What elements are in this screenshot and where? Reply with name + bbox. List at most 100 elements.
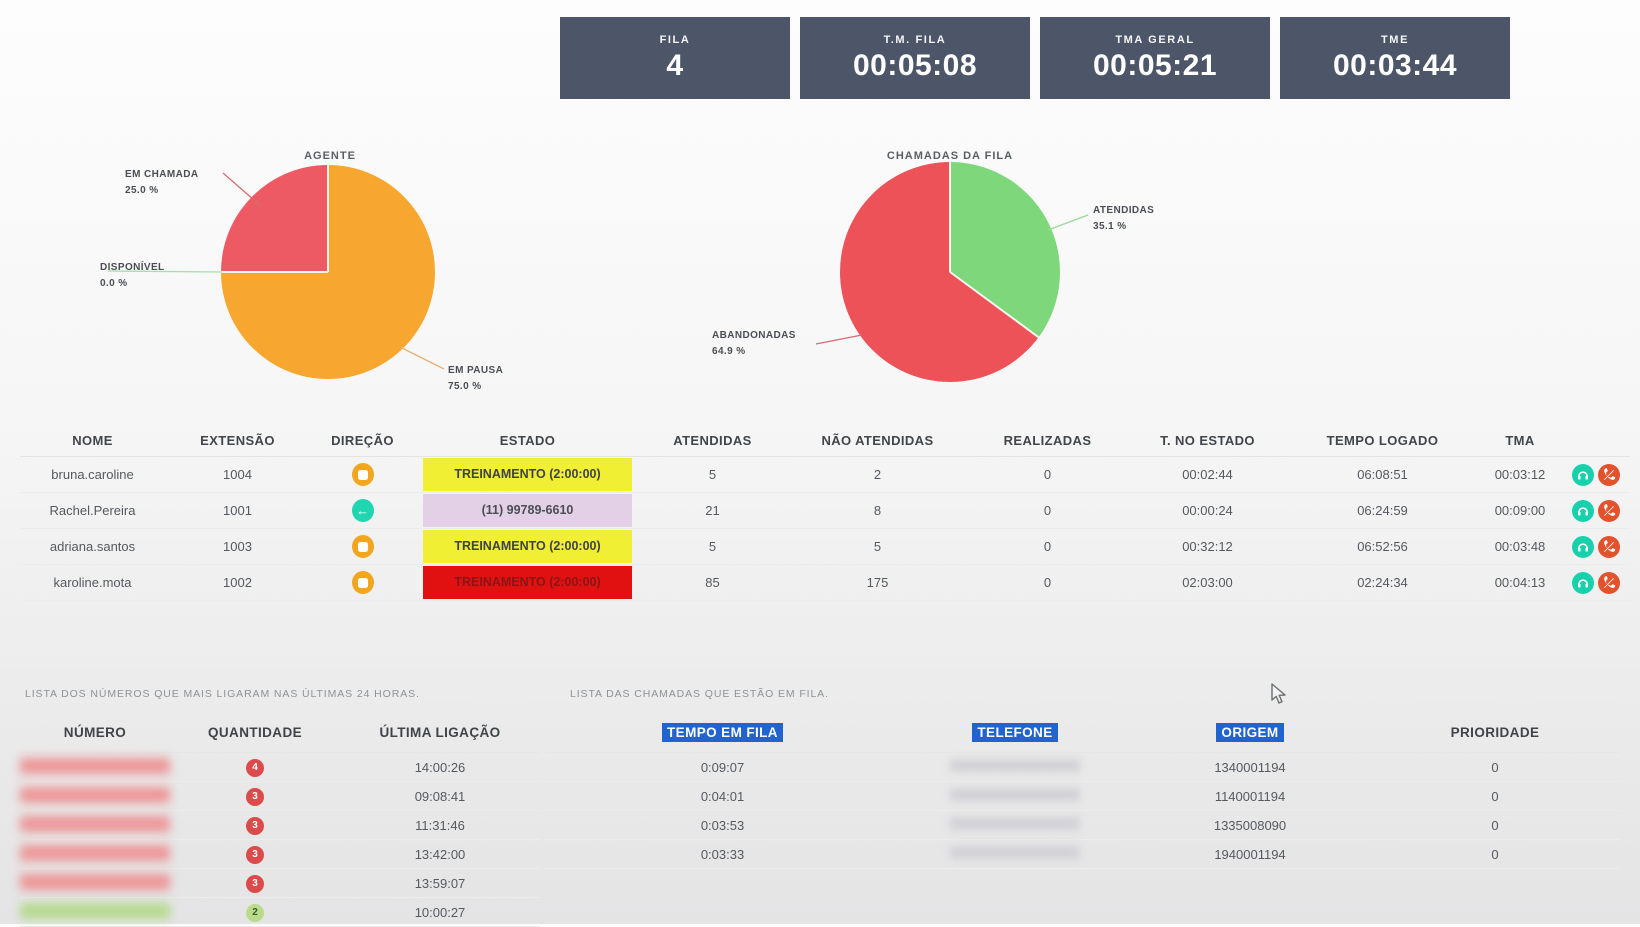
agent-table-header: NOMEEXTENSÃODIREÇÃOESTADOATENDIDASNÃO AT… xyxy=(20,424,1630,457)
agent-name: adriana.santos xyxy=(20,539,165,554)
kpi-box-fila: FILA 4 xyxy=(560,17,790,99)
listen-call-button[interactable] xyxy=(1572,464,1594,486)
logged-time: 06:52:56 xyxy=(1290,539,1475,554)
kpi-value: 4 xyxy=(560,49,790,83)
pause-direction-icon xyxy=(352,535,374,558)
last-call-time: 10:00:27 xyxy=(340,905,540,920)
redacted-number xyxy=(20,845,170,861)
quantity-cell: 3 xyxy=(170,816,340,835)
origin-number: 1140001194 xyxy=(1130,789,1370,804)
queue-pie-title: CHAMADAS DA FILA xyxy=(850,150,1050,162)
telefone-cell xyxy=(900,788,1130,804)
hangup-call-button[interactable] xyxy=(1598,536,1620,558)
pie-divider xyxy=(221,271,328,273)
pause-direction-icon xyxy=(352,463,374,486)
kpi-box-t-m-fila: T.M. FILA00:05:08 xyxy=(800,17,1030,99)
answered-count: 85 xyxy=(640,575,785,590)
agent-row: adriana.santos1003 TREINAMENTO (2:00:00) 5… xyxy=(20,529,1630,565)
quantity-badge: 3 xyxy=(246,817,264,835)
direction-cell: ← xyxy=(310,499,415,522)
listen-call-button[interactable] xyxy=(1572,536,1594,558)
queue-row: 0:03:3319400011940 xyxy=(545,840,1620,869)
kpi-label: FILA xyxy=(560,34,790,46)
priority-value: 0 xyxy=(1370,818,1620,833)
telefone-cell xyxy=(900,846,1130,862)
agent-extension: 1004 xyxy=(165,467,310,482)
estado-cell: (11) 99789-6610 xyxy=(415,494,640,527)
priority-value: 0 xyxy=(1370,760,1620,775)
time-in-state: 00:02:44 xyxy=(1125,467,1290,482)
last-call-time: 11:31:46 xyxy=(340,818,540,833)
column-header: QUANTIDADE xyxy=(170,725,340,740)
row-actions xyxy=(1565,500,1630,522)
agent-row: bruna.caroline1004TREINAMENTO (2:00:00)5… xyxy=(20,457,1630,493)
direction-cell xyxy=(310,571,415,594)
time-in-queue: 0:04:01 xyxy=(545,789,900,804)
logged-time: 06:08:51 xyxy=(1290,467,1475,482)
column-header: REALIZADAS xyxy=(970,433,1125,448)
logged-time: 02:24:34 xyxy=(1290,575,1475,590)
answered-count: 5 xyxy=(640,467,785,482)
answered-count: 21 xyxy=(640,503,785,518)
highlighted-column-header: TEMPO EM FILA xyxy=(662,723,783,742)
pie-divider xyxy=(327,165,329,272)
column-header: NÚMERO xyxy=(20,725,170,740)
tma-value: 00:04:13 xyxy=(1475,575,1565,590)
direction-cell xyxy=(310,535,415,558)
caller-number-cell xyxy=(20,874,170,893)
kpi-value: 00:03:44 xyxy=(1280,49,1510,83)
caller-number-cell xyxy=(20,816,170,835)
caller-row: 3 11:31:46 xyxy=(20,811,540,840)
caller-row: 3 13:59:07 xyxy=(20,869,540,898)
estado-badge: TREINAMENTO (2:00:00) xyxy=(423,566,632,599)
made-count: 0 xyxy=(970,575,1125,590)
last-call-time: 13:42:00 xyxy=(340,847,540,862)
pie-divider xyxy=(949,162,951,272)
column-header: PRIORIDADE xyxy=(1370,725,1620,740)
quantity-badge: 4 xyxy=(246,759,264,777)
column-header: TELEFONE xyxy=(900,723,1130,742)
answered-count: 5 xyxy=(640,539,785,554)
queue-row: 0:09:0713400011940 xyxy=(545,753,1620,782)
agent-extension: 1003 xyxy=(165,539,310,554)
column-header: NOME xyxy=(20,433,165,448)
redacted-phone xyxy=(950,846,1080,859)
quantity-cell: 3 xyxy=(170,787,340,806)
last-call-time: 13:59:07 xyxy=(340,876,540,891)
hangup-call-button[interactable] xyxy=(1598,464,1620,486)
time-in-state: 02:03:00 xyxy=(1125,575,1290,590)
quantity-badge: 3 xyxy=(246,875,264,893)
estado-badge: TREINAMENTO (2:00:00) xyxy=(423,530,632,563)
last-call-time: 14:00:26 xyxy=(340,760,540,775)
listen-call-button[interactable] xyxy=(1572,500,1594,522)
hangup-call-button[interactable] xyxy=(1598,572,1620,594)
quantity-badge: 2 xyxy=(246,904,264,922)
made-count: 0 xyxy=(970,467,1125,482)
column-header: T. NO ESTADO xyxy=(1125,433,1290,448)
listen-call-button[interactable] xyxy=(1572,572,1594,594)
top-callers-table: NÚMEROQUANTIDADEÚLTIMA LIGAÇÃO 4 14:00:26… xyxy=(20,712,540,927)
kpi-label: T.M. FILA xyxy=(800,34,1030,46)
quantity-cell: 3 xyxy=(170,845,340,864)
redacted-number xyxy=(20,903,170,919)
kpi-box-tma-geral: TMA GERAL00:05:21 xyxy=(1040,17,1270,99)
tma-value: 00:09:00 xyxy=(1475,503,1565,518)
kpi-box-tme: TME 00:03:44 xyxy=(1280,17,1510,99)
slice-label-em-pausa: EM PAUSA75.0 % xyxy=(448,363,503,394)
slice-label-disponivel: DISPONÍVEL0.0 % xyxy=(100,260,165,291)
tma-value: 00:03:48 xyxy=(1475,539,1565,554)
hangup-call-button[interactable] xyxy=(1598,500,1620,522)
last-call-time: 09:08:41 xyxy=(340,789,540,804)
unanswered-count: 5 xyxy=(785,539,970,554)
kpi-label: TME xyxy=(1280,34,1510,46)
queue-row: 0:03:5313350080900 xyxy=(545,811,1620,840)
pause-direction-icon xyxy=(352,571,374,594)
callers-table-header: NÚMEROQUANTIDADEÚLTIMA LIGAÇÃO xyxy=(20,712,540,753)
column-header: TEMPO LOGADO xyxy=(1290,433,1475,448)
agent-name: bruna.caroline xyxy=(20,467,165,482)
caller-row: 4 14:00:26 xyxy=(20,753,540,782)
redacted-number xyxy=(20,758,170,774)
telefone-cell xyxy=(900,817,1130,833)
redacted-phone xyxy=(950,759,1080,772)
redacted-phone xyxy=(950,788,1080,801)
